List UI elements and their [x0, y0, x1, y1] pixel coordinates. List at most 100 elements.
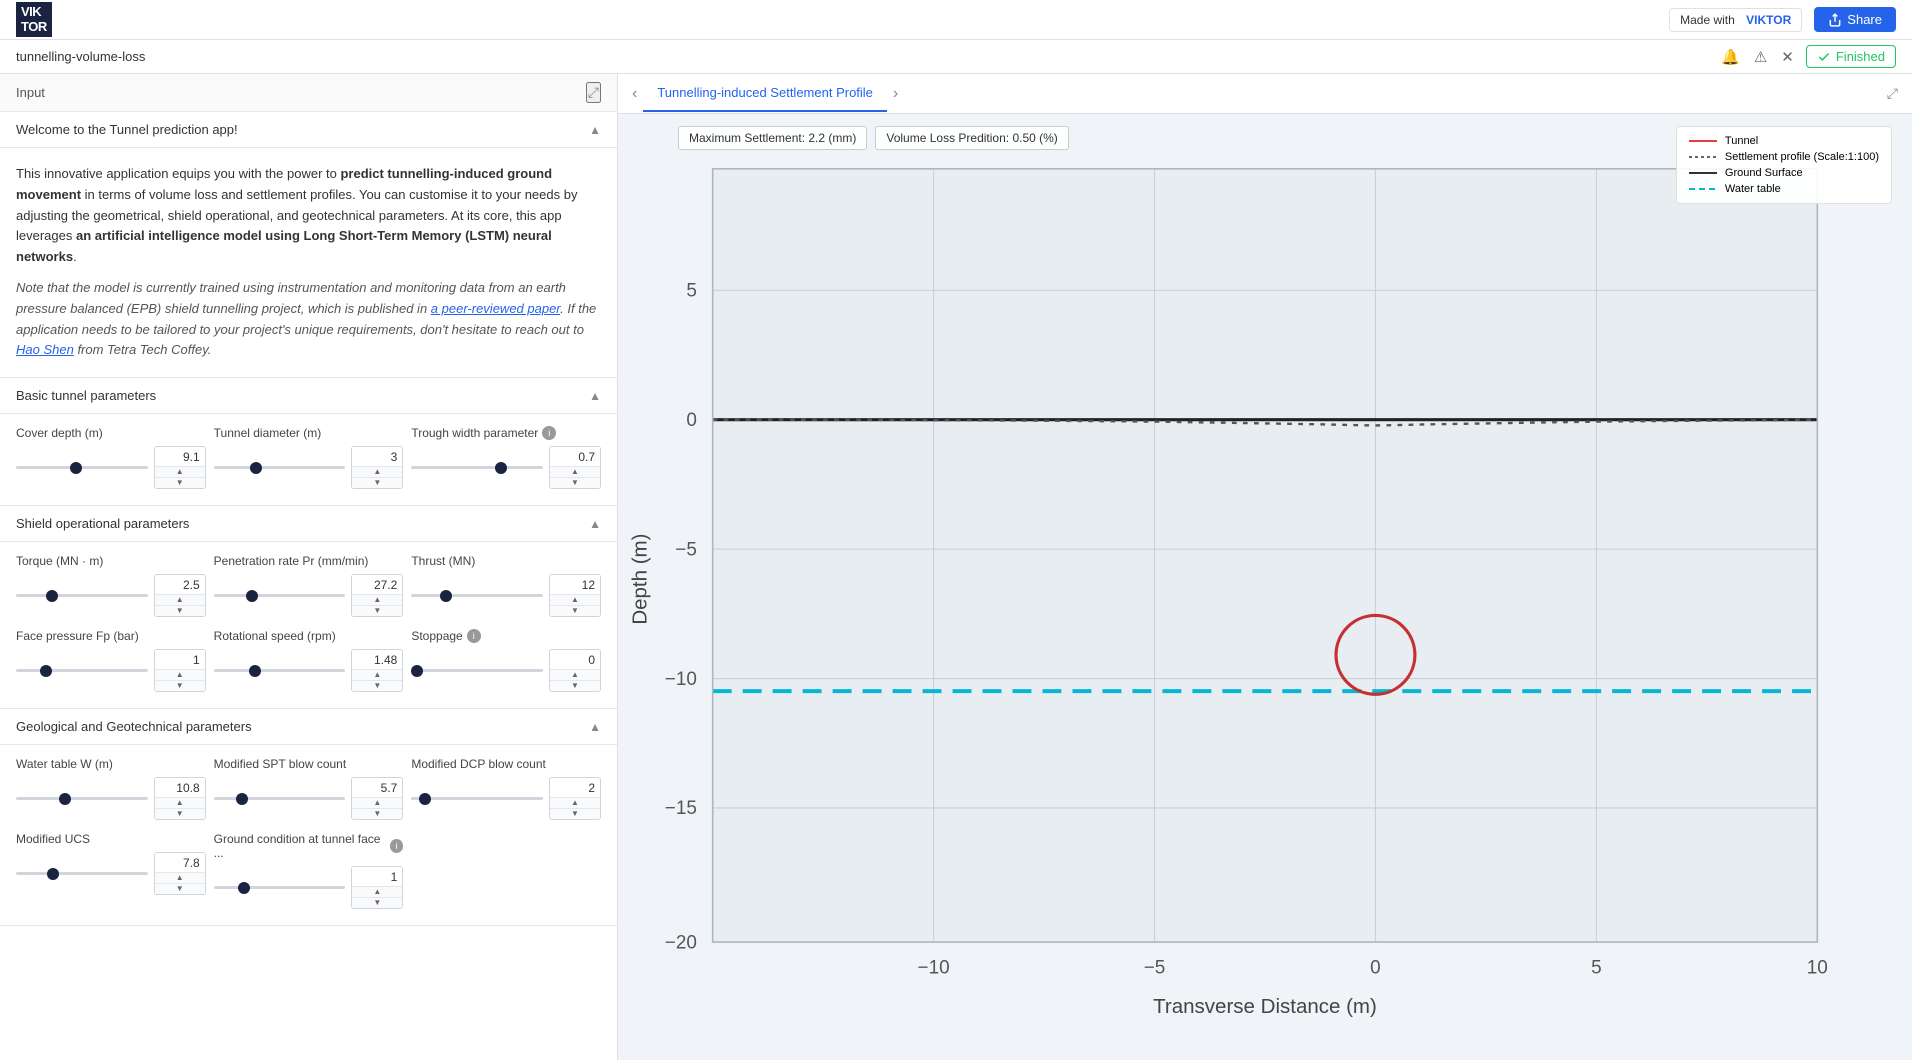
trough-width-info-icon[interactable]: i [542, 426, 556, 440]
share-icon [1828, 13, 1842, 27]
tab-expand-button[interactable]: ⤢ [1881, 79, 1904, 108]
cover-depth-up[interactable]: ▲ [155, 467, 205, 478]
breadcrumb-bar: tunnelling-volume-loss 🔔 ⚠ ✕ Finished [0, 40, 1912, 74]
geotech-section-header[interactable]: Geological and Geotechnical parameters ▲ [0, 709, 617, 745]
geotech-section-title: Geological and Geotechnical parameters [16, 719, 252, 734]
stoppage-up[interactable]: ▲ [550, 670, 600, 681]
thrust-input-wrapper: 12 ▲▼ [549, 574, 601, 617]
rotational-speed-slider[interactable] [214, 669, 346, 672]
chart-background [713, 169, 1818, 942]
basic-tunnel-section-header[interactable]: Basic tunnel parameters ▲ [0, 378, 617, 414]
share-button[interactable]: Share [1814, 7, 1896, 32]
param-trough-width-slider-row: 0.7 ▲ ▼ [411, 446, 601, 489]
ground-condition-info-icon[interactable]: i [390, 839, 403, 853]
left-panel: Input ⤢ Welcome to the Tunnel prediction… [0, 74, 618, 1060]
param-ucs-slider-row: 7.8 ▲▼ [16, 852, 206, 895]
right-panel: ‹ Tunnelling-induced Settlement Profile … [618, 74, 1912, 1060]
dcp-up[interactable]: ▲ [550, 798, 600, 809]
thrust-slider[interactable] [411, 594, 543, 597]
rotational-speed-value: 1.48 [352, 650, 402, 670]
param-thrust-slider-row: 12 ▲▼ [411, 574, 601, 617]
spt-value: 5.7 [352, 778, 402, 798]
nav-right: Made with VIKTOR Share [1669, 7, 1896, 32]
trough-width-down[interactable]: ▼ [550, 478, 600, 488]
ground-condition-slider[interactable] [214, 886, 346, 889]
viktor-brand-link[interactable]: VIKTOR [1746, 13, 1791, 27]
face-pressure-down[interactable]: ▼ [155, 681, 205, 691]
app-name: tunnelling-volume-loss [16, 49, 145, 64]
spt-down[interactable]: ▼ [352, 809, 402, 819]
welcome-para1: This innovative application equips you w… [16, 164, 601, 268]
cover-depth-spin: ▲ ▼ [155, 467, 205, 488]
warning-icon-button[interactable]: ⚠ [1752, 46, 1769, 68]
ucs-down[interactable]: ▼ [155, 884, 205, 894]
param-penetration-rate: Penetration rate Pr (mm/min) 27.2 ▲▼ [214, 554, 404, 617]
tab-prev-button[interactable]: ‹ [626, 79, 643, 109]
close-icon-button[interactable]: ✕ [1779, 46, 1796, 68]
rotational-speed-up[interactable]: ▲ [352, 670, 402, 681]
ucs-input-wrapper: 7.8 ▲▼ [154, 852, 206, 895]
stoppage-info-icon[interactable]: i [467, 629, 481, 643]
notification-icon-button[interactable]: 🔔 [1719, 46, 1742, 68]
param-spt: Modified SPT blow count 5.7 ▲▼ [214, 757, 404, 820]
panel-expand-button[interactable]: ⤢ [586, 82, 601, 103]
param-face-pressure-label: Face pressure Fp (bar) [16, 629, 206, 643]
param-ucs-label: Modified UCS [16, 832, 206, 846]
legend-tunnel: Tunnel [1689, 135, 1879, 147]
param-tunnel-diameter-label: Tunnel diameter (m) [214, 426, 404, 440]
legend-ground-surface-label: Ground Surface [1725, 167, 1803, 179]
rotational-speed-down[interactable]: ▼ [352, 681, 402, 691]
torque-input-wrapper: 2.5 ▲▼ [154, 574, 206, 617]
torque-up[interactable]: ▲ [155, 595, 205, 606]
face-pressure-up[interactable]: ▲ [155, 670, 205, 681]
water-table-up[interactable]: ▲ [155, 798, 205, 809]
tab-next-button[interactable]: › [887, 79, 904, 109]
trough-width-slider[interactable] [411, 466, 543, 469]
stoppage-slider[interactable] [411, 669, 543, 672]
cover-depth-down[interactable]: ▼ [155, 478, 205, 488]
thrust-down[interactable]: ▼ [550, 606, 600, 616]
thrust-up[interactable]: ▲ [550, 595, 600, 606]
tunnel-diameter-down[interactable]: ▼ [352, 478, 402, 488]
param-ground-condition: Ground condition at tunnel face ... i 1 … [214, 832, 404, 909]
y-tick-5: 5 [686, 281, 697, 302]
chart-info-boxes: Maximum Settlement: 2.2 (mm) Volume Loss… [678, 126, 1069, 150]
torque-slider[interactable] [16, 594, 148, 597]
shield-op-section-header[interactable]: Shield operational parameters ▲ [0, 506, 617, 542]
face-pressure-slider[interactable] [16, 669, 148, 672]
penetration-rate-slider[interactable] [214, 594, 346, 597]
penetration-rate-up[interactable]: ▲ [352, 595, 402, 606]
breadcrumb-right: 🔔 ⚠ ✕ Finished [1719, 45, 1896, 68]
y-tick-minus20: −20 [665, 932, 697, 953]
tunnel-diameter-slider[interactable] [214, 466, 346, 469]
shield-op-chevron-icon: ▲ [589, 517, 601, 531]
ucs-slider[interactable] [16, 872, 148, 875]
shield-op-params-section: Torque (MN · m) 2.5 ▲▼ Penetration rate … [0, 542, 617, 709]
penetration-rate-down[interactable]: ▼ [352, 606, 402, 616]
peer-reviewed-link[interactable]: a peer-reviewed paper [431, 301, 560, 316]
ground-condition-up[interactable]: ▲ [352, 887, 402, 898]
water-table-slider[interactable] [16, 797, 148, 800]
spt-up[interactable]: ▲ [352, 798, 402, 809]
welcome-section-header[interactable]: Welcome to the Tunnel prediction app! ▲ [0, 112, 617, 148]
torque-down[interactable]: ▼ [155, 606, 205, 616]
tunnel-diameter-up[interactable]: ▲ [352, 467, 402, 478]
param-torque-slider-row: 2.5 ▲▼ [16, 574, 206, 617]
ground-condition-down[interactable]: ▼ [352, 898, 402, 908]
cover-depth-slider[interactable] [16, 466, 148, 469]
y-tick-minus15: −15 [665, 798, 697, 819]
stoppage-down[interactable]: ▼ [550, 681, 600, 691]
legend-tunnel-line [1689, 140, 1717, 142]
spt-slider[interactable] [214, 797, 346, 800]
param-spt-slider-row: 5.7 ▲▼ [214, 777, 404, 820]
trough-width-up[interactable]: ▲ [550, 467, 600, 478]
dcp-slider[interactable] [411, 797, 543, 800]
thrust-value: 12 [550, 575, 600, 595]
tab-settlement-profile[interactable]: Tunnelling-induced Settlement Profile [643, 75, 887, 112]
dcp-down[interactable]: ▼ [550, 809, 600, 819]
hao-shen-link[interactable]: Hao Shen [16, 342, 74, 357]
ucs-up[interactable]: ▲ [155, 873, 205, 884]
water-table-down[interactable]: ▼ [155, 809, 205, 819]
param-stoppage: Stoppage i 0 ▲▼ [411, 629, 601, 692]
basic-tunnel-params-grid: Cover depth (m) 9.1 ▲ ▼ Tu [16, 426, 601, 489]
